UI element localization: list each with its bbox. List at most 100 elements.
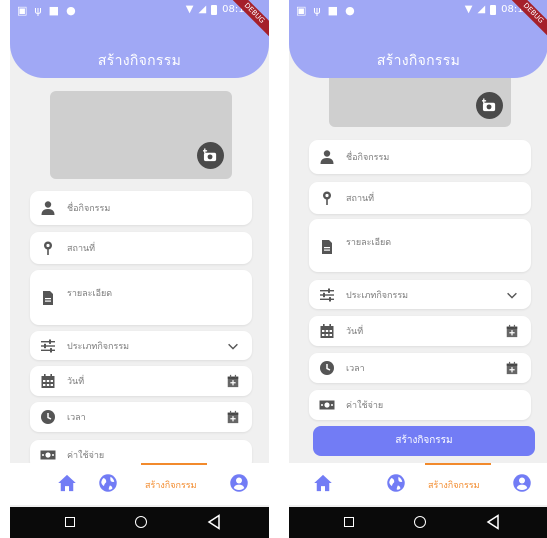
- add-photo-button[interactable]: [476, 92, 503, 119]
- activity-type-label: ประเภทกิจกรรม: [346, 290, 409, 301]
- calendar-add-icon[interactable]: [226, 410, 240, 424]
- cost-label: ค่าใช้จ่าย: [67, 451, 105, 461]
- clock-icon: [41, 410, 55, 424]
- lock-icon: ■: [48, 4, 60, 17]
- money-icon: [319, 400, 335, 410]
- nav-active-indicator: [425, 463, 491, 465]
- usb-icon: ψ: [313, 4, 321, 17]
- wifi-icon: ▼: [185, 4, 194, 15]
- status-bar: ▣ ψ ■ ● ▼ ◢ 08:19: [10, 0, 269, 22]
- wifi-icon: ▼: [464, 4, 473, 15]
- person-icon: [41, 201, 55, 215]
- status-bar: ▣ ψ ■ ● ▼ ◢ 08:19: [289, 0, 547, 22]
- time-label: เวลา: [67, 413, 86, 423]
- place-label: สถานที่: [346, 194, 375, 204]
- activity-type-label: ประเภทกิจกรรม: [67, 341, 130, 352]
- nav-profile[interactable]: [512, 473, 532, 497]
- add-photo-button[interactable]: [197, 142, 224, 169]
- detail-field[interactable]: รายละเอียด: [30, 270, 252, 325]
- nav-create-label: สร้างกิจกรรม: [145, 481, 197, 491]
- cost-label: ค่าใช้จ่าย: [346, 401, 384, 411]
- document-icon: [322, 240, 332, 254]
- nav-create-activity[interactable]: สร้างกิจกรรม: [428, 473, 480, 497]
- screenshot-stage: ▣ ψ ■ ● ▼ ◢ 08:19 DEBUG สร้างกิจกรรม ชื่…: [0, 0, 547, 538]
- create-activity-button[interactable]: สร้างกิจกรรม: [313, 426, 535, 456]
- phone-screen-left: ▣ ψ ■ ● ▼ ◢ 08:19 DEBUG สร้างกิจกรรม ชื่…: [10, 0, 269, 538]
- place-label: สถานที่: [67, 244, 96, 254]
- add-photo-icon: [203, 148, 217, 162]
- system-navigation-bar: [289, 507, 547, 538]
- home-button-icon[interactable]: [414, 516, 426, 528]
- photo-upload-area[interactable]: [50, 91, 232, 179]
- date-label: วันที่: [346, 327, 364, 337]
- add-photo-icon: [482, 98, 496, 112]
- battery-icon: [211, 4, 218, 15]
- account-icon: [513, 474, 531, 492]
- globe-icon: [387, 474, 405, 492]
- cost-field[interactable]: ค่าใช้จ่าย: [309, 390, 531, 420]
- detail-field[interactable]: รายละเอียด: [309, 219, 531, 272]
- battery-icon: [490, 4, 497, 15]
- back-icon[interactable]: [207, 514, 221, 530]
- nav-home[interactable]: [313, 473, 333, 497]
- calendar-add-icon[interactable]: [505, 324, 519, 338]
- signal-icon: ◢: [477, 4, 486, 15]
- person-icon: [320, 150, 334, 164]
- back-icon[interactable]: [486, 514, 500, 530]
- document-icon: [43, 291, 53, 305]
- calendar-add-icon[interactable]: [505, 361, 519, 375]
- date-label: วันที่: [67, 377, 85, 387]
- time-field[interactable]: เวลา: [30, 402, 252, 432]
- nav-explore[interactable]: [98, 473, 118, 497]
- time-field[interactable]: เวลา: [309, 353, 531, 383]
- recents-icon[interactable]: [344, 517, 354, 527]
- app-header: ▣ ψ ■ ● ▼ ◢ 08:19 DEBUG สร้างกิจกรรม: [10, 0, 269, 78]
- nav-home[interactable]: [57, 473, 77, 497]
- system-navigation-bar: [10, 507, 269, 538]
- activity-type-dropdown[interactable]: ประเภทกิจกรรม: [30, 331, 252, 360]
- signal-icon: ◢: [198, 4, 207, 15]
- globe-icon: [99, 474, 117, 492]
- account-icon: [230, 474, 248, 492]
- activity-name-label: ชื่อกิจกรรม: [67, 204, 111, 214]
- image-icon: ▣: [296, 4, 307, 17]
- tune-icon: [41, 339, 55, 352]
- map-pin-icon: [44, 241, 52, 255]
- money-icon: [40, 450, 56, 460]
- chevron-down-icon: [507, 292, 517, 299]
- date-field[interactable]: วันที่: [30, 366, 252, 396]
- calendar-icon: [41, 374, 55, 388]
- bottom-navigation: สร้างกิจกรรม: [289, 463, 547, 505]
- map-pin-icon: [323, 191, 331, 205]
- phone-screen-right: ▣ ψ ■ ● ▼ ◢ 08:19 DEBUG สร้างกิจกรรม ชื่…: [289, 0, 547, 538]
- tune-icon: [320, 288, 334, 301]
- home-icon: [58, 474, 76, 492]
- activity-name-field[interactable]: ชื่อกิจกรรม: [30, 191, 252, 225]
- nav-create-activity[interactable]: สร้างกิจกรรม: [145, 473, 197, 497]
- detail-label: รายละเอียด: [67, 289, 113, 299]
- nav-explore[interactable]: [386, 473, 406, 497]
- time-label: เวลา: [346, 364, 365, 374]
- location-icon: ●: [345, 4, 355, 17]
- lock-icon: ■: [327, 4, 339, 17]
- activity-name-field[interactable]: ชื่อกิจกรรม: [309, 140, 531, 174]
- place-field[interactable]: สถานที่: [30, 232, 252, 264]
- calendar-add-icon[interactable]: [226, 374, 240, 388]
- date-field[interactable]: วันที่: [309, 316, 531, 346]
- image-icon: ▣: [17, 4, 28, 17]
- usb-icon: ψ: [34, 4, 42, 17]
- bottom-navigation: สร้างกิจกรรม: [10, 463, 269, 505]
- location-icon: ●: [66, 4, 76, 17]
- nav-profile[interactable]: [229, 473, 249, 497]
- page-title: สร้างกิจกรรม: [97, 53, 182, 69]
- app-header: ▣ ψ ■ ● ▼ ◢ 08:19 DEBUG สร้างกิจกรรม: [289, 0, 547, 78]
- recents-icon[interactable]: [65, 517, 75, 527]
- nav-active-indicator: [141, 463, 207, 465]
- home-button-icon[interactable]: [135, 516, 147, 528]
- clock-icon: [320, 361, 334, 375]
- calendar-icon: [320, 324, 334, 338]
- place-field[interactable]: สถานที่: [309, 182, 531, 214]
- home-icon: [314, 474, 332, 492]
- activity-type-dropdown[interactable]: ประเภทกิจกรรม: [309, 280, 531, 309]
- page-title: สร้างกิจกรรม: [376, 53, 461, 69]
